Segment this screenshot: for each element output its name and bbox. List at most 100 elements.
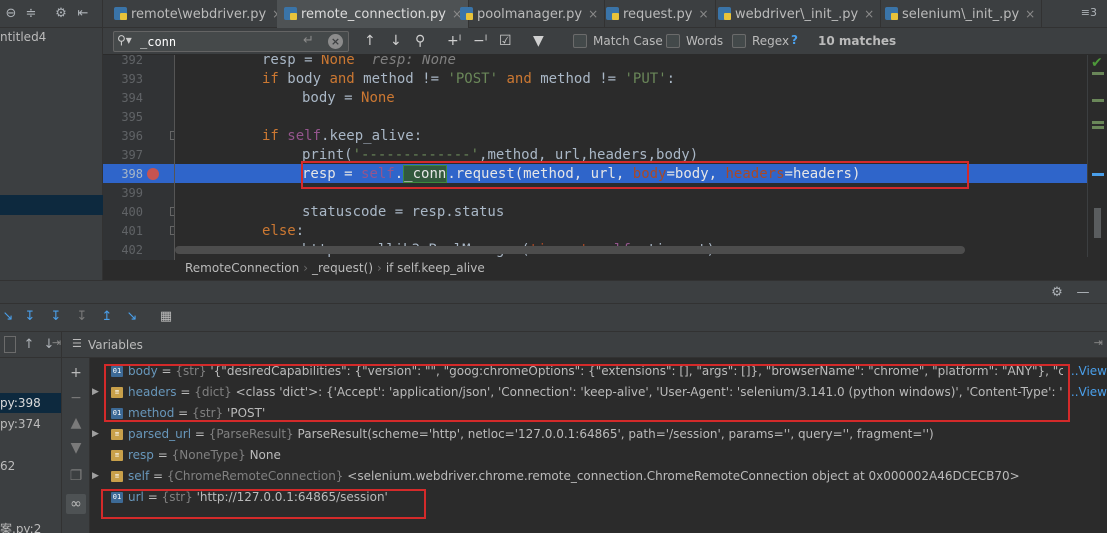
step-into-icon[interactable]: ↧	[22, 309, 38, 325]
close-icon[interactable]: ×	[1025, 7, 1035, 21]
variable-row-parsed-url[interactable]: ▶ ≡ parsed_url = {ParseResult} ParseResu…	[90, 424, 1107, 445]
breadcrumb-class[interactable]: RemoteConnection	[185, 261, 299, 275]
hide-panel-icon[interactable]: ⇤	[74, 5, 92, 23]
code-line-401: else:	[262, 223, 305, 239]
pin-icon[interactable]: ⇥	[52, 336, 61, 349]
select-all-occurrences-icon[interactable]: ☑	[499, 32, 512, 50]
previous-match-icon[interactable]: ↑	[364, 32, 376, 50]
annotation-box-request-vars	[104, 364, 1070, 422]
evaluate-expression-icon[interactable]: ▦	[158, 309, 174, 325]
tab-overflow-menu[interactable]: ≡3	[1081, 6, 1097, 19]
tab-remote-webdriver[interactable]: remote\webdriver.py×	[107, 0, 290, 28]
show-watches-icon[interactable]: ∞	[66, 494, 86, 514]
search-input[interactable]	[140, 35, 300, 49]
line-number: 401	[121, 224, 143, 238]
close-icon[interactable]: ×	[588, 7, 598, 21]
code-editor[interactable]: resp = None resp: None if body and metho…	[175, 55, 1087, 260]
thread-selector[interactable]	[4, 336, 16, 353]
match-mark[interactable]	[1092, 72, 1104, 75]
line-number: 392	[121, 55, 143, 67]
line-number: 394	[121, 91, 143, 105]
find-bar: ⚲▾ ↵ × ↑ ↓ ⚲ +ᴵ −ᴵ ☑ ▼ Match Case Words …	[103, 28, 1107, 55]
python-file-icon	[718, 7, 731, 20]
object-type-icon: ≡	[111, 429, 123, 440]
move-down-icon[interactable]: ▼	[66, 438, 86, 458]
step-out-icon[interactable]: ↥	[99, 309, 115, 325]
regex-label[interactable]: Regex	[752, 34, 789, 48]
add-watch-icon[interactable]: +	[66, 363, 86, 383]
line-number: 395	[121, 110, 143, 124]
frame-item[interactable]: 62	[0, 456, 61, 476]
error-stripe[interactable]: ✔	[1087, 55, 1107, 260]
python-file-icon	[885, 7, 898, 20]
copy-icon[interactable]: ❐	[66, 466, 86, 486]
editor-gutter[interactable]: 392 393 394 395 396 397 398 399 400 401 …	[103, 55, 175, 260]
match-mark[interactable]	[1092, 99, 1104, 102]
breadcrumb-block[interactable]: if self.keep_alive	[386, 261, 485, 275]
collapse-all-icon[interactable]: ⊖	[2, 5, 20, 23]
variable-row-resp[interactable]: ≡ resp = {NoneType} None	[90, 445, 1107, 466]
project-toolbar: ⊖ ≑ ⚙ ⇤	[0, 0, 103, 28]
tab-selenium-init[interactable]: selenium\_init_.py ×	[878, 0, 1043, 28]
gear-icon[interactable]: ⚙	[1048, 284, 1066, 302]
tab-request[interactable]: request.py ×	[599, 0, 716, 28]
expand-icon[interactable]: ▶	[92, 466, 99, 487]
breadcrumb-method[interactable]: _request()	[312, 261, 373, 275]
close-icon[interactable]: ×	[699, 7, 709, 21]
match-case-checkbox[interactable]	[573, 34, 587, 48]
variable-row-self[interactable]: ▶ ≡ self = {ChromeRemoteConnection} <sel…	[90, 466, 1107, 487]
code-line-396: if self.keep_alive:	[262, 128, 423, 144]
filter-icon[interactable]: ▼	[533, 32, 544, 50]
match-case-label[interactable]: Match Case	[593, 34, 663, 48]
project-tree-item[interactable]: ntitled4	[0, 30, 46, 44]
frame-item[interactable]: py:398	[0, 393, 61, 413]
tab-label: poolmanager.py	[477, 7, 583, 22]
list-icon: ☰	[72, 337, 82, 350]
tab-poolmanager[interactable]: poolmanager.py ×	[453, 0, 606, 28]
match-mark[interactable]	[1092, 126, 1104, 129]
expand-icon[interactable]: ▶	[92, 424, 99, 445]
force-step-into-icon[interactable]: ↧	[74, 309, 90, 325]
search-icon[interactable]: ⚲▾	[117, 33, 132, 47]
clear-icon[interactable]: ×	[328, 34, 343, 49]
gear-icon[interactable]: ⚙	[52, 5, 70, 23]
frame-item[interactable]: py:374	[0, 414, 61, 434]
variables-title: Variables	[88, 338, 143, 352]
python-file-icon	[606, 7, 619, 20]
step-into-my-code-icon[interactable]: ↧	[48, 309, 64, 325]
project-panel: ⊖ ≑ ⚙ ⇤ ntitled4	[0, 0, 103, 280]
words-label[interactable]: Words	[686, 34, 723, 48]
frame-item[interactable]: 案.py:2	[0, 519, 61, 533]
step-over-icon[interactable]: ↘	[0, 309, 16, 325]
words-checkbox[interactable]	[666, 34, 680, 48]
project-tree-selected-row[interactable]	[0, 195, 103, 215]
expand-icon[interactable]: ▶	[92, 382, 99, 403]
search-field[interactable]: ⚲▾ ↵ ×	[113, 31, 349, 52]
pin-icon[interactable]: ⇥	[1094, 336, 1103, 349]
breakpoint-icon[interactable]	[147, 168, 159, 180]
find-all-icon[interactable]: ⚲	[415, 32, 425, 50]
remove-watch-icon[interactable]: −	[66, 388, 86, 408]
add-occurrence-icon[interactable]: +ᴵ	[447, 32, 461, 50]
line-number: 393	[121, 72, 143, 86]
regex-help-icon[interactable]: ?	[791, 33, 798, 47]
vertical-scroll-thumb[interactable]	[1094, 208, 1101, 238]
remove-occurrence-icon[interactable]: −ᴵ	[473, 32, 487, 50]
move-up-icon[interactable]: ▲	[66, 413, 86, 433]
tab-webdriver-init[interactable]: webdriver\_init_.py ×	[711, 0, 882, 28]
run-to-cursor-icon[interactable]: ↘	[124, 309, 140, 325]
check-icon: ✔	[1091, 55, 1103, 71]
regex-checkbox[interactable]	[732, 34, 746, 48]
next-match-icon[interactable]: ↓	[390, 32, 402, 50]
variables-header: ⇥ ☰ Variables ⇥	[52, 332, 1107, 358]
horizontal-scrollbar[interactable]	[175, 246, 965, 254]
hide-panel-icon[interactable]: —	[1074, 284, 1092, 302]
object-type-icon: ≡	[111, 450, 123, 461]
close-icon[interactable]: ×	[864, 7, 874, 21]
caret-mark[interactable]	[1092, 173, 1104, 176]
match-mark[interactable]	[1092, 121, 1104, 124]
scroll-from-source-icon[interactable]: ≑	[22, 5, 40, 23]
line-number: 396	[121, 129, 143, 143]
tab-remote-connection[interactable]: remote_connection.py ×	[277, 0, 470, 28]
up-icon[interactable]: ↑	[20, 336, 38, 354]
